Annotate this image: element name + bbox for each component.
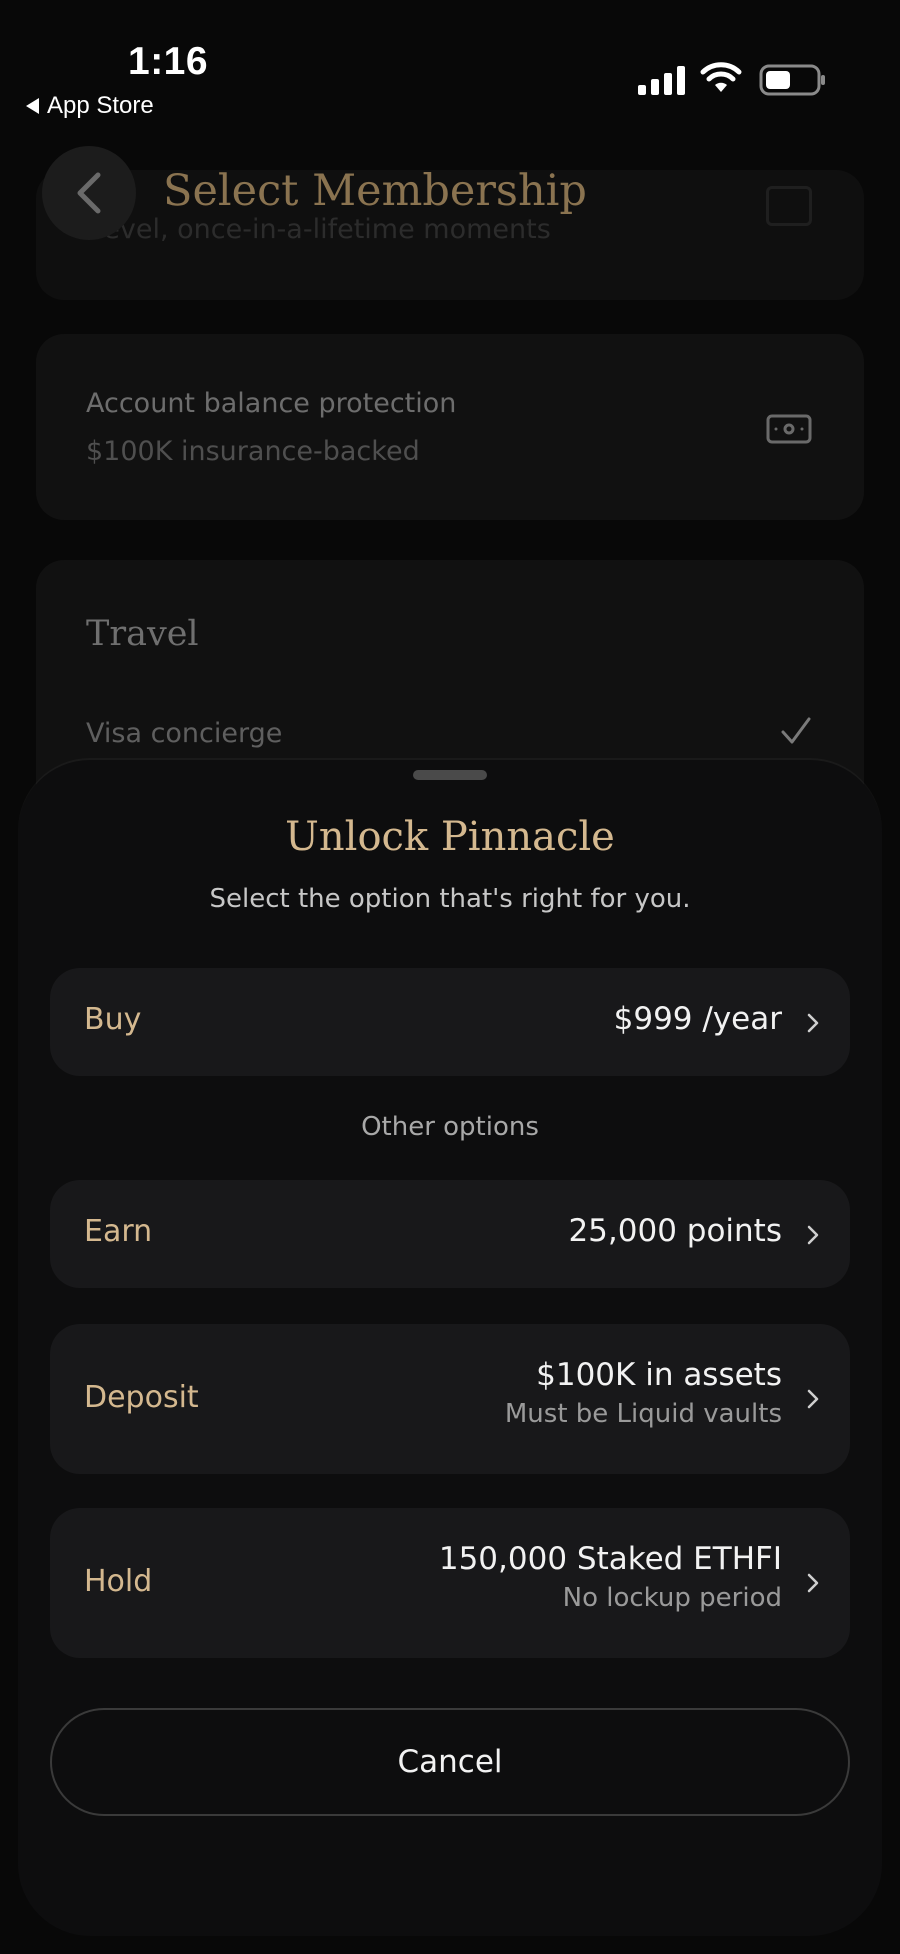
status-time: 1:16 xyxy=(128,40,209,83)
sheet-subtitle: Select the option that's right for you. xyxy=(209,884,691,914)
hold-option[interactable]: Hold 150,000 Staked ETHFI No lockup peri… xyxy=(50,1508,850,1658)
deposit-option[interactable]: Deposit $100K in assets Must be Liquid v… xyxy=(50,1324,850,1474)
ticket-icon xyxy=(766,186,812,226)
back-triangle-icon xyxy=(26,98,39,114)
sheet-title: Unlock Pinnacle xyxy=(285,814,615,860)
other-options-label: Other options xyxy=(361,1112,539,1142)
earn-label: Earn xyxy=(84,1214,153,1249)
unlock-sheet: Unlock Pinnacle Select the option that's… xyxy=(18,760,882,1936)
deposit-label: Deposit xyxy=(84,1380,199,1415)
battery-icon xyxy=(759,64,825,96)
chevron-right-icon xyxy=(807,1389,819,1409)
chevron-right-icon xyxy=(807,1573,819,1593)
protection-card: Account balance protection $100K insuran… xyxy=(36,334,864,520)
screen: -level, once-in-a-lifetime moments Selec… xyxy=(0,0,900,1954)
sheet-grabber[interactable] xyxy=(413,770,487,780)
buy-price: $999 /year xyxy=(613,1001,782,1037)
protection-subtitle: $100K insurance-backed xyxy=(86,436,420,467)
travel-section-title: Travel xyxy=(86,614,199,654)
deposit-amount: $100K in assets xyxy=(536,1357,782,1393)
checkmark-icon xyxy=(781,717,811,744)
earn-option[interactable]: Earn 25,000 points xyxy=(50,1180,850,1288)
visa-concierge-item: Visa concierge xyxy=(86,718,283,749)
page-title: Select Membership xyxy=(163,166,587,216)
cellular-signal-icon xyxy=(638,66,685,95)
back-to-app-store[interactable]: App Store xyxy=(26,92,154,120)
wifi-icon xyxy=(700,62,742,92)
earn-points: 25,000 points xyxy=(568,1213,782,1249)
chevron-left-icon xyxy=(77,172,101,214)
back-button[interactable] xyxy=(42,146,136,240)
hold-note: No lockup period xyxy=(562,1583,782,1613)
deposit-note: Must be Liquid vaults xyxy=(504,1399,782,1429)
hold-label: Hold xyxy=(84,1564,153,1599)
back-app-label: App Store xyxy=(47,92,154,119)
chevron-right-icon xyxy=(807,1013,819,1033)
chevron-right-icon xyxy=(807,1225,819,1245)
hold-amount: 150,000 Staked ETHFI xyxy=(438,1541,782,1577)
buy-option[interactable]: Buy $999 /year xyxy=(50,968,850,1076)
cash-icon xyxy=(766,414,812,444)
cancel-button[interactable]: Cancel xyxy=(50,1708,850,1816)
buy-label: Buy xyxy=(84,1002,142,1037)
experiences-description: -level, once-in-a-lifetime moments xyxy=(86,214,551,245)
protection-title: Account balance protection xyxy=(86,388,457,419)
